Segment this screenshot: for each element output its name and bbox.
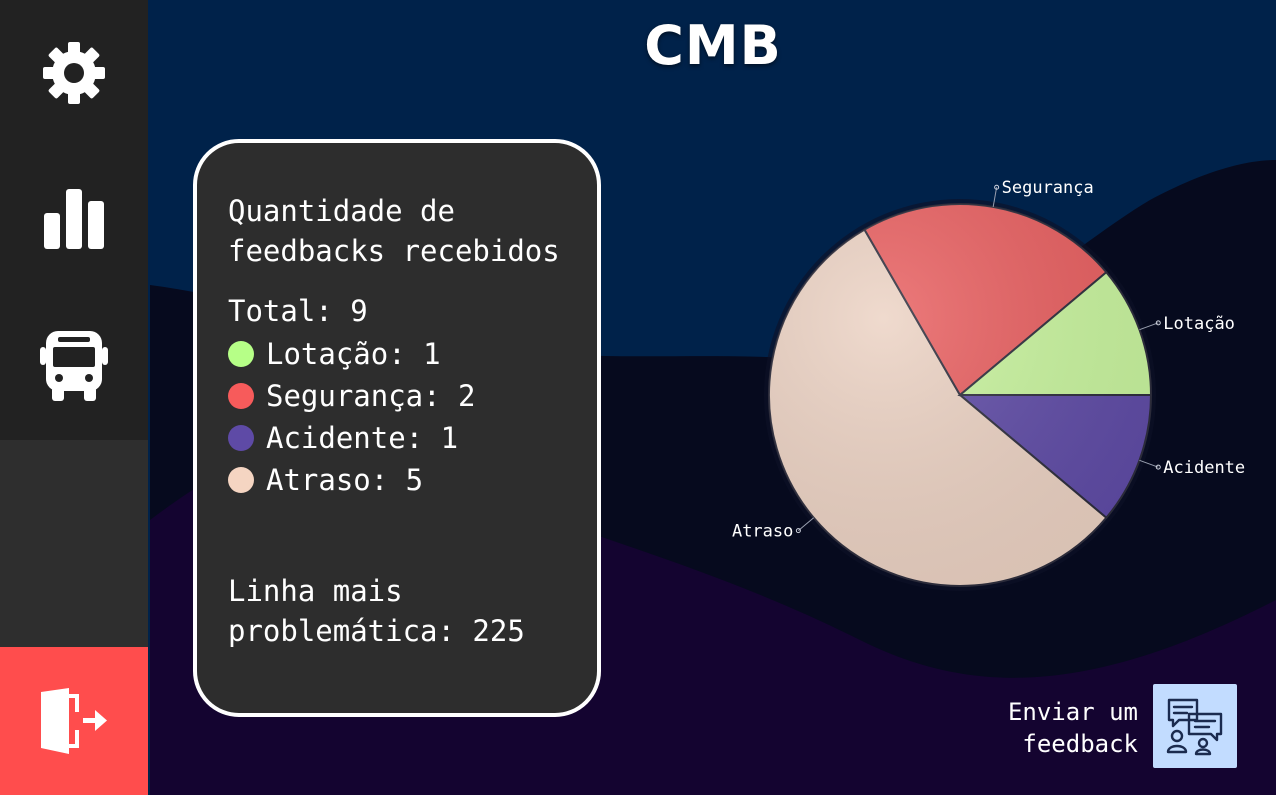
bus-lines-button[interactable] [0,292,148,438]
legend-item: Atraso: 5 [228,459,476,501]
legend-swatch [228,383,254,409]
summary-legend: Lotação: 1 Segurança: 2 Acidente: 1 Atra… [228,333,476,501]
pie-label: Acidente [1163,458,1245,478]
settings-button[interactable] [0,0,148,146]
door-exit-icon [41,688,107,754]
legend-item: Segurança: 2 [228,375,476,417]
legend-label: Lotação: 1 [266,337,441,371]
legend-swatch [228,467,254,493]
gear-icon [43,42,105,104]
legend-label: Segurança: 2 [266,379,476,413]
legend-label: Atraso: 5 [266,463,424,497]
pie-leader-line [798,517,815,532]
legend-swatch [228,425,254,451]
legend-item: Acidente: 1 [228,417,476,459]
summary-title: Quantidade de feedbacks recebidos [228,194,560,268]
legend-swatch [228,341,254,367]
logout-button[interactable] [0,647,148,795]
statistics-button[interactable] [0,146,148,292]
legend-item: Lotação: 1 [228,333,476,375]
feedback-pie-chart: Acidente Atraso Segurança Lotação [732,178,1245,591]
bar-chart-icon [44,189,104,249]
pie-label: Atraso [732,522,793,542]
send-feedback-label: Enviar um feedback [1007,698,1138,758]
summary-card: Quantidade de feedbacks recebidos Total:… [193,139,601,717]
chat-people-icon [1166,698,1223,756]
page-title: CMB [644,14,782,77]
sidebar [0,0,148,440]
bus-icon [40,331,108,401]
pie-label: Segurança [1002,178,1094,198]
legend-label: Acidente: 1 [266,421,459,455]
send-feedback-button[interactable] [1153,684,1237,768]
pie-label: Lotação [1163,314,1235,334]
total-count: Total: 9 [228,294,368,328]
most-problematic-line: Linha mais problemática: 225 [228,574,525,648]
